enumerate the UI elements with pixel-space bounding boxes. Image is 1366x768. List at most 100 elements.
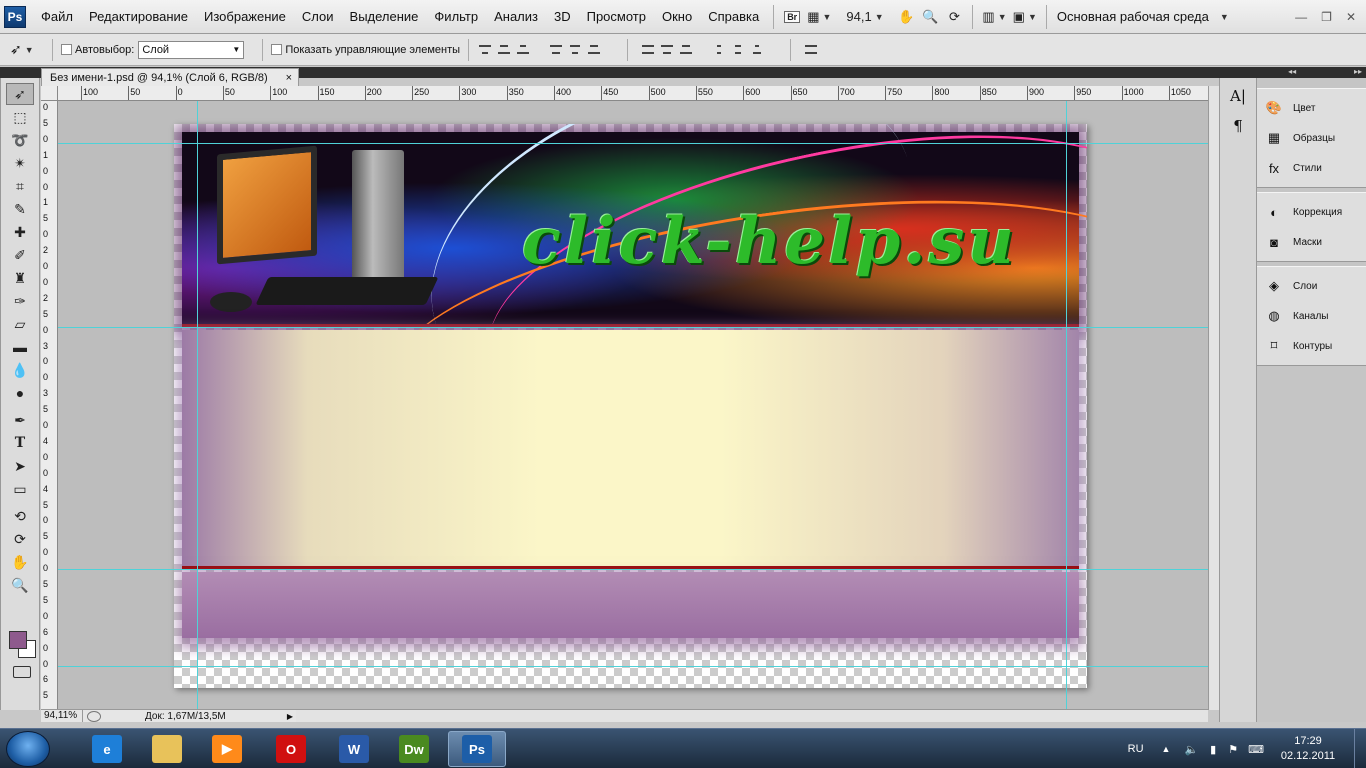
start-button[interactable] — [6, 731, 50, 767]
3d-orbit-tool[interactable]: ⟳ — [6, 528, 34, 550]
menu-item[interactable]: Файл — [33, 0, 81, 34]
zoom-tool[interactable]: 🔍 — [6, 574, 34, 596]
taskbar-opera[interactable]: O — [262, 731, 320, 767]
character-panel-icon[interactable]: A| — [1226, 84, 1250, 108]
eyedropper-tool[interactable]: ✎ — [6, 198, 34, 220]
ruler-origin[interactable] — [41, 86, 58, 101]
panel-button-styles[interactable]: fx Стили — [1257, 153, 1366, 183]
distribute-right-icon[interactable] — [749, 43, 764, 57]
guide-line[interactable] — [58, 143, 1208, 144]
quick-select-tool[interactable]: ✴ — [6, 152, 34, 174]
marquee-tool[interactable]: ⬚ — [6, 106, 34, 128]
panel-button-adjustments[interactable]: ◐ Коррекция — [1257, 197, 1366, 227]
horizontal-ruler[interactable]: 100 50 0 50 100 150 200 250 300 350 400 450 500 550 60… — [58, 86, 1208, 101]
align-hcenter-icon[interactable] — [567, 43, 582, 57]
path-select-tool[interactable]: ➤ — [6, 455, 34, 477]
guide-line[interactable] — [58, 327, 1208, 328]
blur-tool[interactable]: 💧 — [6, 359, 34, 381]
language-indicator[interactable]: RU — [1128, 743, 1144, 755]
show-transform-controls-checkbox[interactable]: Показать управляющие элементы — [271, 44, 460, 56]
hand-tool-button[interactable]: ✋ — [894, 6, 918, 28]
taskbar-explorer[interactable] — [138, 731, 196, 767]
workspace-switcher[interactable]: Основная рабочая среда — [1053, 9, 1217, 24]
distribute-bottom-icon[interactable] — [678, 43, 693, 57]
lasso-tool[interactable]: ➰ — [6, 129, 34, 151]
taskbar-ie[interactable]: e — [78, 731, 136, 767]
pen-tool[interactable]: ✒ — [6, 409, 34, 431]
paragraph-panel-icon[interactable]: ¶ — [1226, 114, 1250, 138]
align-vcenter-icon[interactable] — [496, 43, 511, 57]
close-icon[interactable]: × — [286, 72, 292, 84]
status-zoom-field[interactable]: 94,11% — [41, 710, 83, 722]
menu-item[interactable]: Окно — [654, 0, 700, 34]
tool-preset-picker[interactable]: ➶ ▼ — [10, 38, 44, 62]
status-info-icon[interactable] — [87, 710, 101, 722]
brush-tool[interactable]: ✐ — [6, 244, 34, 266]
dodge-tool[interactable]: ● — [6, 382, 34, 404]
play-arrow-icon[interactable]: ▶ — [284, 712, 296, 721]
restore-icon[interactable]: ❐ — [1321, 10, 1332, 24]
guide-line[interactable] — [58, 666, 1208, 667]
align-right-icon[interactable] — [586, 43, 601, 57]
taskbar-dreamweaver[interactable]: Dw — [385, 731, 443, 767]
history-brush-tool[interactable]: ✑ — [6, 290, 34, 312]
eraser-tool[interactable]: ▱ — [6, 313, 34, 335]
photoshop-logo[interactable]: Ps — [4, 5, 26, 28]
clock[interactable]: 17:29 02.12.2011 — [1268, 734, 1348, 764]
shape-tool[interactable]: ▭ — [6, 478, 34, 500]
panel-button-paths[interactable]: ⌑ Контуры — [1257, 331, 1366, 361]
panel-button-channels[interactable]: ◍ Каналы — [1257, 301, 1366, 331]
canvas[interactable]: click-help.su — [174, 124, 1087, 688]
screen-mode-button[interactable]: ▣ ▼ — [1010, 6, 1040, 28]
distribute-hcenter-icon[interactable] — [730, 43, 745, 57]
taskbar-word[interactable]: W — [325, 731, 383, 767]
rotate-view-button[interactable]: ⟳ — [942, 6, 966, 28]
action-center-icon[interactable]: ⚑ — [1228, 743, 1238, 756]
autoselect-checkbox[interactable]: Автовыбор: — [61, 44, 134, 56]
panel-button-palette[interactable]: 🎨 Цвет — [1257, 93, 1366, 123]
document-tab[interactable]: Без имени-1.psd @ 94,1% (Слой 6, RGB/8) … — [41, 68, 299, 86]
gradient-tool[interactable]: ▬ — [6, 336, 34, 358]
foreground-color-swatch[interactable] — [9, 631, 27, 649]
menu-item[interactable]: Выделение — [342, 0, 427, 34]
horizontal-scrollbar[interactable] — [296, 709, 1208, 722]
panel-collapse-bar[interactable]: ◂◂ ▸▸ — [1219, 67, 1366, 78]
document-size-info[interactable]: Док: 1,67M/13,5M — [105, 711, 284, 722]
panel-button-layers[interactable]: ◈ Слои — [1257, 271, 1366, 301]
guide-line[interactable] — [197, 101, 198, 709]
menu-item[interactable]: Справка — [700, 0, 767, 34]
auto-align-icon[interactable] — [803, 43, 818, 57]
keyboard-icon[interactable]: ⌨ — [1248, 743, 1264, 756]
mini-bridge-button[interactable]: ▦ ▼ — [804, 6, 834, 28]
volume-icon[interactable]: 🔈 — [1184, 743, 1198, 756]
taskbar-media[interactable]: ▶ — [198, 731, 256, 767]
vertical-scrollbar[interactable] — [1208, 86, 1219, 710]
panel-button-swatches[interactable]: ▦ Образцы — [1257, 123, 1366, 153]
guide-line[interactable] — [58, 569, 1208, 570]
zoom-level-field[interactable]: 94,1 ▼ — [834, 6, 894, 28]
align-top-icon[interactable] — [477, 43, 492, 57]
align-left-icon[interactable] — [548, 43, 563, 57]
distribute-vcenter-icon[interactable] — [659, 43, 674, 57]
chevron-down-icon[interactable]: ▼ — [1220, 12, 1229, 22]
guide-line[interactable] — [1066, 101, 1067, 709]
close-icon[interactable]: ✕ — [1346, 10, 1356, 24]
quick-mask-button[interactable] — [13, 666, 31, 678]
menu-item[interactable]: Фильтр — [426, 0, 486, 34]
panel-button-masks[interactable]: ◙ Маски — [1257, 227, 1366, 257]
arrange-documents-button[interactable]: ▥ ▼ — [979, 6, 1009, 28]
align-bottom-icon[interactable] — [515, 43, 530, 57]
menu-item[interactable]: Просмотр — [579, 0, 654, 34]
autoselect-dropdown[interactable]: Слой ▼ — [138, 40, 245, 59]
vertical-ruler[interactable]: 0 5 0 1 0 0 1 5 0 2 0 0 2 5 0 3 0 0 3 5 0 4 0 0 4 5 0 5 0 0 5 5 0 6 0 0 6 5 — [41, 101, 58, 709]
3d-rotate-tool[interactable]: ⟲ — [6, 505, 34, 527]
type-tool[interactable]: T — [6, 432, 34, 454]
taskbar-photoshop[interactable]: Ps — [448, 731, 506, 767]
crop-tool[interactable]: ⌗ — [6, 175, 34, 197]
move-tool[interactable]: ➶ — [6, 83, 34, 105]
hand-tool[interactable]: ✋ — [6, 551, 34, 573]
tray-expand-icon[interactable]: ▲ — [1162, 744, 1171, 754]
healing-brush-tool[interactable]: ✚ — [6, 221, 34, 243]
show-desktop-button[interactable] — [1354, 729, 1366, 768]
distribute-top-icon[interactable] — [640, 43, 655, 57]
